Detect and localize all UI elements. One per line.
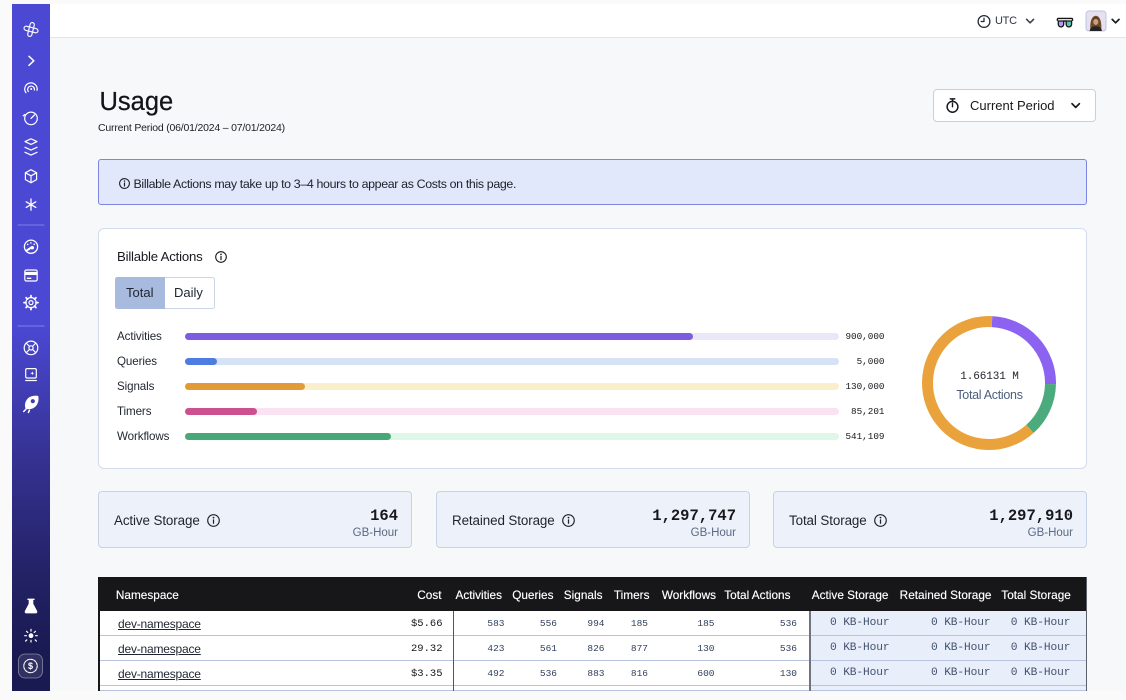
svg-text:$: $: [28, 661, 33, 671]
